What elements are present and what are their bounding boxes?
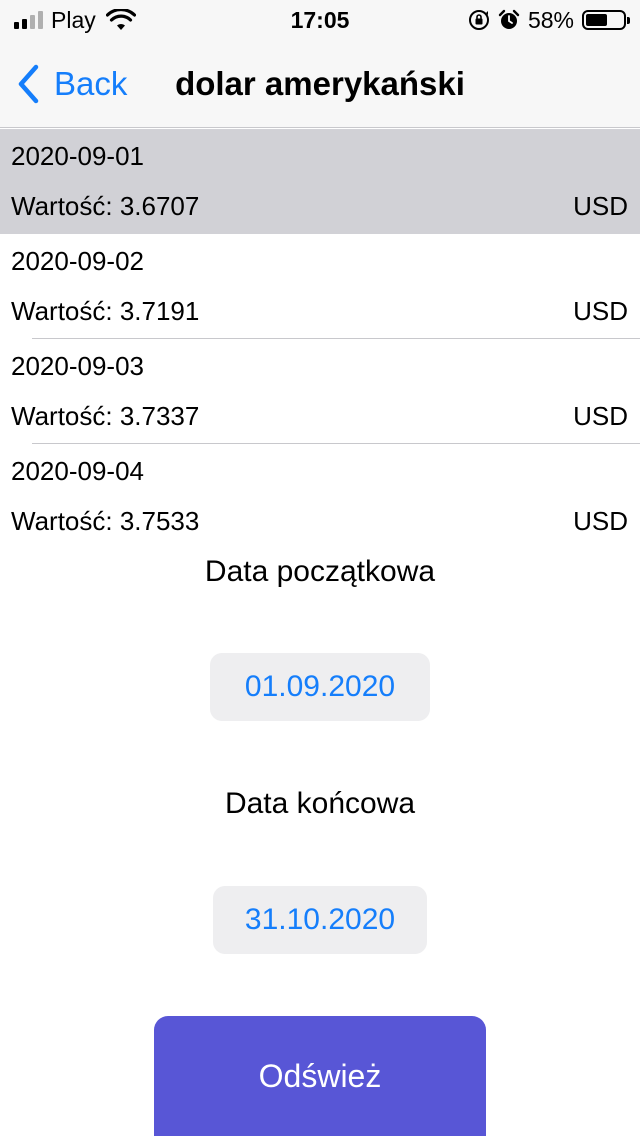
- rate-value: Wartość: 3.7533: [11, 506, 200, 536]
- rate-currency: USD: [573, 296, 628, 326]
- status-bar: Play 17:05 58%: [0, 0, 640, 40]
- rate-row[interactable]: 2020-09-01 Wartość: 3.6707 USD: [0, 129, 640, 234]
- rate-date: 2020-09-01: [11, 141, 144, 171]
- status-right: 58%: [468, 6, 630, 34]
- rate-date: 2020-09-04: [11, 456, 144, 486]
- rate-currency: USD: [573, 191, 628, 221]
- alarm-icon: [498, 9, 520, 29]
- rate-row[interactable]: 2020-09-03 Wartość: 3.7337 USD: [0, 339, 640, 444]
- battery-percent: 58%: [527, 6, 574, 33]
- rate-date: 2020-09-02: [11, 246, 144, 276]
- rate-row[interactable]: 2020-09-02 Wartość: 3.7191 USD: [0, 234, 640, 339]
- start-date-picker[interactable]: 01.09.2020: [210, 653, 430, 721]
- battery-level: [586, 14, 607, 26]
- rate-value: Wartość: 3.7337: [11, 401, 200, 431]
- page-title: dolar amerykański: [0, 62, 640, 106]
- end-date-picker[interactable]: 31.10.2020: [213, 886, 427, 954]
- page-title-text: dolar amerykański: [175, 65, 465, 102]
- navigation-bar: Back dolar amerykański: [0, 40, 640, 128]
- rates-list: 2020-09-01 Wartość: 3.6707 USD 2020-09-0…: [0, 129, 640, 549]
- rate-value: Wartość: 3.6707: [11, 191, 200, 221]
- rate-value: Wartość: 3.7191: [11, 296, 200, 326]
- battery-icon: [582, 10, 630, 30]
- start-date-label: Data początkowa: [204, 555, 436, 588]
- rate-currency: USD: [573, 401, 628, 431]
- battery-tip: [627, 17, 630, 24]
- rate-currency: USD: [573, 506, 628, 536]
- end-date-label: Data końcowa: [224, 787, 416, 820]
- orientation-lock-icon: [468, 10, 489, 30]
- rate-row[interactable]: 2020-09-04 Wartość: 3.7533 USD: [0, 444, 640, 549]
- rate-date: 2020-09-03: [11, 351, 144, 381]
- refresh-button[interactable]: Odśwież: [154, 1016, 486, 1136]
- screen: Play 17:05 58% Back dolar amerykański 20…: [0, 0, 640, 1136]
